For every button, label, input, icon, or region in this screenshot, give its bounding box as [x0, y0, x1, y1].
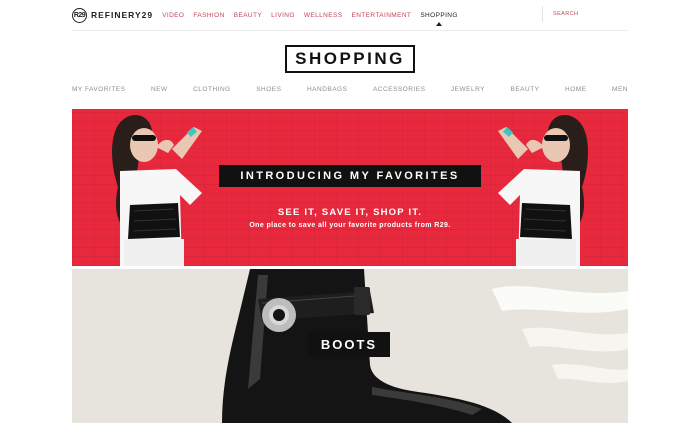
woman-photo-right	[498, 115, 588, 266]
top-nav-bar: R29 REFINERY29 VIDEO FASHION BEAUTY LIVI…	[72, 6, 632, 26]
header-divider	[72, 30, 628, 31]
hero-description: One place to save all your favorite prod…	[249, 222, 451, 229]
woman-photo-left	[112, 115, 202, 266]
page-title: SHOPPING	[285, 45, 415, 73]
category-clothing[interactable]: CLOTHING	[193, 86, 231, 93]
hero-label: INTRODUCING MY FAVORITES	[219, 165, 481, 187]
category-accessories[interactable]: ACCESSORIES	[373, 86, 425, 93]
nav-item-shopping[interactable]: SHOPPING	[420, 12, 458, 26]
category-new[interactable]: NEW	[151, 86, 168, 93]
nav-item-entertainment[interactable]: ENTERTAINMENT	[351, 12, 411, 19]
nav-item-video[interactable]: VIDEO	[162, 12, 184, 19]
hero-tagline: SEE IT, SAVE IT, SHOP IT.	[277, 207, 423, 218]
category-my-favorites[interactable]: MY FAVORITES	[72, 86, 125, 93]
page-title-text: SHOPPING	[295, 49, 405, 68]
nav-item-living[interactable]: LIVING	[271, 12, 295, 19]
logo-text: REFINERY29	[91, 10, 154, 20]
category-home[interactable]: HOME	[565, 86, 587, 93]
category-shoes[interactable]: SHOES	[256, 86, 281, 93]
favorites-hero-banner[interactable]: INTRODUCING MY FAVORITES SEE IT, SAVE IT…	[72, 109, 628, 266]
nav-item-fashion[interactable]: FASHION	[193, 12, 224, 19]
boots-label: BOOTS	[308, 332, 390, 357]
category-jewelry[interactable]: JEWELRY	[451, 86, 485, 93]
search-input[interactable]: SEARCH	[542, 6, 700, 22]
main-nav: VIDEO FASHION BEAUTY LIVING WELLNESS ENT…	[162, 12, 458, 26]
refinery29-logo[interactable]: R29 REFINERY29	[72, 7, 154, 23]
nav-item-beauty[interactable]: BEAUTY	[234, 12, 262, 19]
category-handbags[interactable]: HANDBAGS	[307, 86, 347, 93]
boots-label-text: BOOTS	[320, 337, 378, 352]
category-nav: MY FAVORITES NEW CLOTHING SHOES HANDBAGS…	[72, 86, 628, 93]
boots-banner[interactable]: BOOTS	[72, 269, 628, 423]
logo-mark-icon: R29	[72, 7, 87, 23]
category-beauty[interactable]: BEAUTY	[511, 86, 540, 93]
hero-label-text: INTRODUCING MY FAVORITES	[240, 170, 460, 182]
category-men[interactable]: MEN	[612, 86, 628, 93]
nav-item-wellness[interactable]: WELLNESS	[304, 12, 343, 19]
